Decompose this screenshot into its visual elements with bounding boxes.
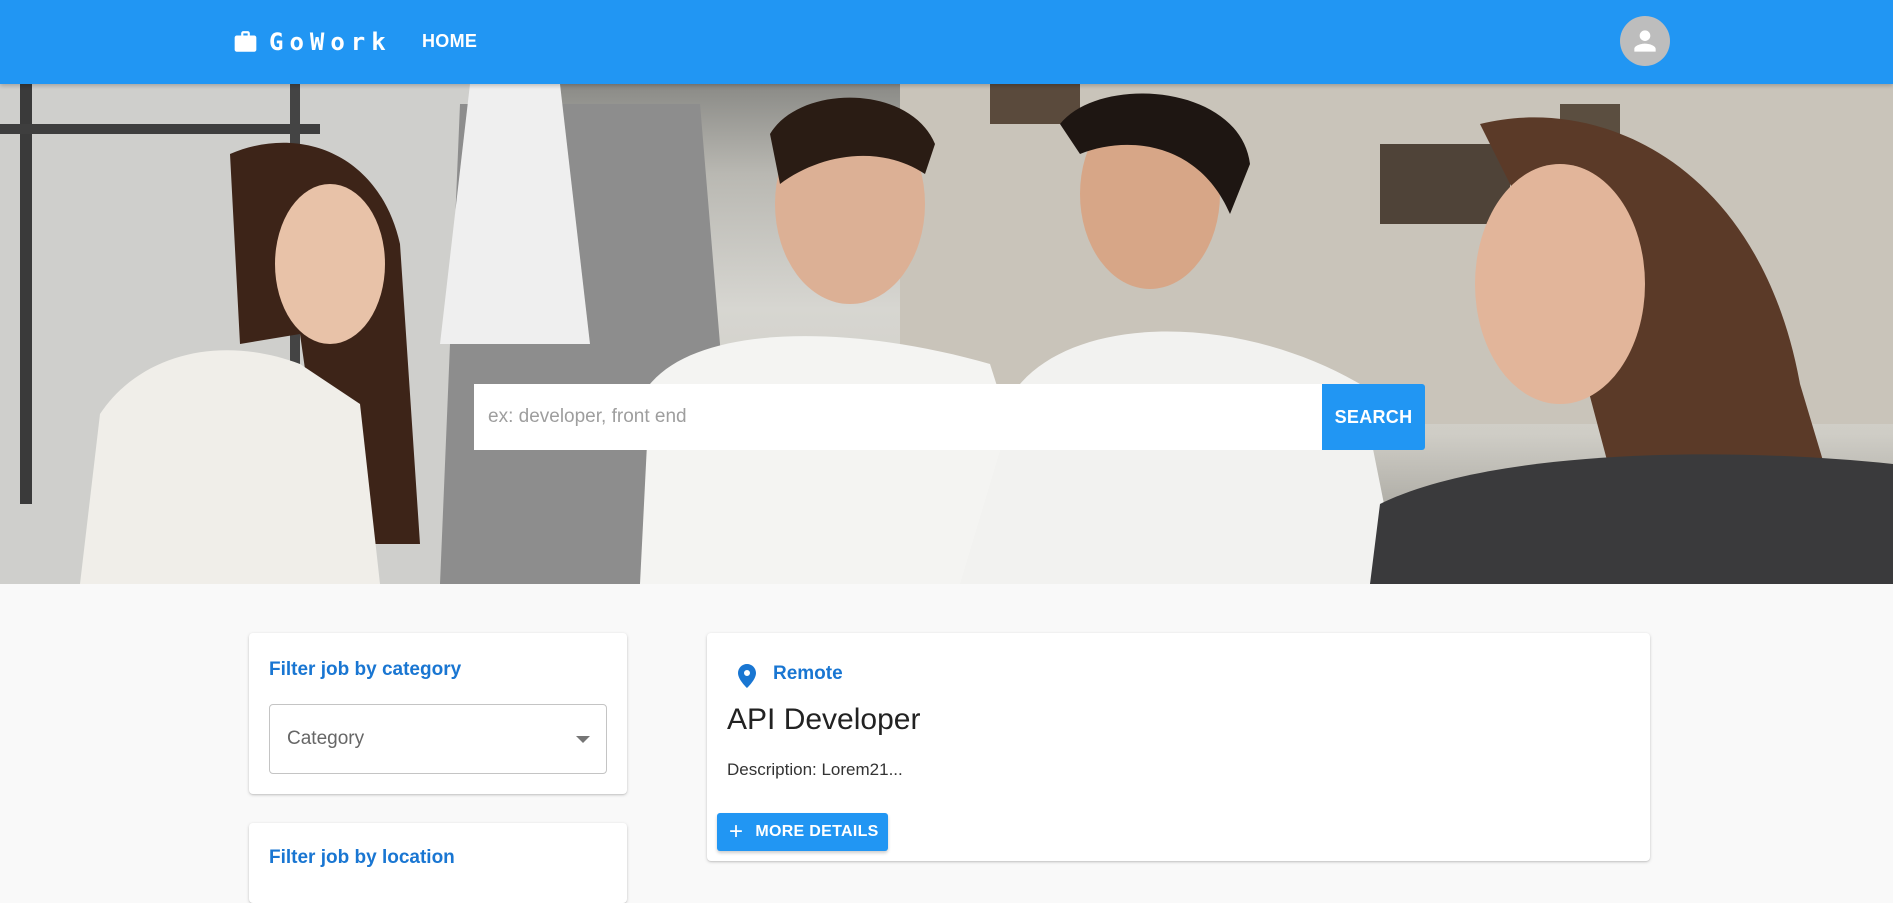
category-select-label: Category [287,728,365,749]
plus-icon: + [729,818,744,845]
hero-banner: SEARCH [0,84,1893,584]
person-sweater [1370,454,1893,584]
job-description: Description: Lorem21... [727,760,903,779]
job-location: Remote [773,663,843,684]
location-filter-title: Filter job by location [269,847,455,868]
user-avatar-button[interactable] [1620,16,1670,66]
map-spot [1380,144,1510,224]
person-face [275,184,385,344]
window-frame [0,124,320,134]
category-filter-title: Filter job by category [269,659,462,680]
job-search-input[interactable] [474,384,1322,450]
job-title: API Developer [727,703,921,736]
app-bar: GoWork HOME [0,0,1893,84]
location-filter-card: Filter job by location [249,823,627,903]
category-filter-card: Filter job by category Category [249,633,627,794]
window-frame [20,84,32,504]
account-icon [1634,30,1656,52]
more-details-label: MORE DETAILS [755,823,879,840]
more-details-button[interactable]: + MORE DETAILS [717,813,888,851]
category-select[interactable]: Category [269,704,607,774]
person-face [1475,164,1645,404]
chevron-down-icon [576,736,590,743]
job-card: Remote API Developer Description: Lorem2… [707,633,1650,861]
brand-name: GoWork [269,28,392,56]
briefcase-icon [234,31,257,52]
job-search-bar: SEARCH [474,384,1425,450]
hero-photo [0,84,1893,584]
location-pin-icon [738,664,756,688]
search-button[interactable]: SEARCH [1322,384,1425,450]
brand-logo[interactable]: GoWork [232,28,392,56]
nav-home-link[interactable]: HOME [412,26,487,56]
